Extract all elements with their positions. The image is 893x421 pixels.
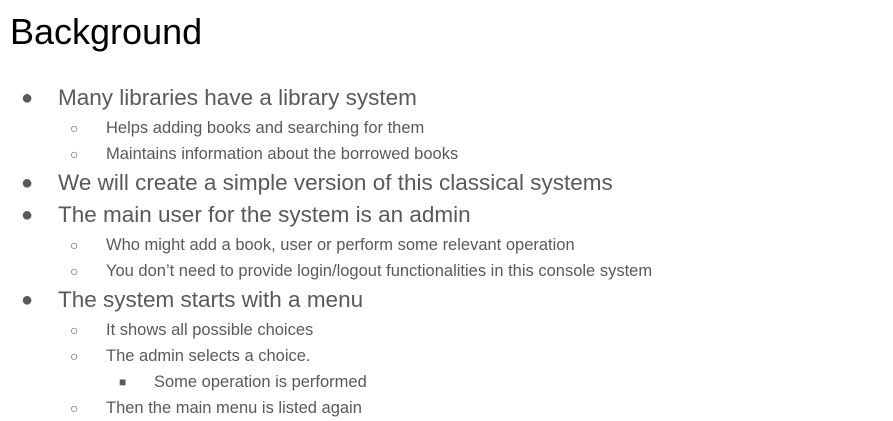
hollow-bullet-icon: ○ [70, 120, 79, 136]
bullet-item: ● Many libraries have a library system [21, 85, 417, 111]
bullet-text: We will create a simple version of this … [58, 170, 613, 195]
hollow-bullet-icon: ○ [70, 322, 79, 338]
bullet-text: The admin selects a choice. [106, 347, 311, 365]
bullet-item: ○ It shows all possible choices [70, 320, 314, 340]
hollow-bullet-icon: ○ [70, 400, 79, 416]
bullet-text: Maintains information about the borrowed… [106, 145, 459, 163]
filled-bullet-icon: ● [21, 204, 34, 226]
bullet-text: Who might add a book, user or perform so… [106, 236, 575, 254]
filled-bullet-icon: ● [21, 172, 34, 194]
square-bullet-icon: ■ [119, 375, 127, 389]
bullet-text: Helps adding books and searching for the… [106, 119, 425, 137]
bullet-item: ● The system starts with a menu [21, 287, 364, 313]
filled-bullet-icon: ● [21, 289, 34, 311]
bullet-text: It shows all possible choices [106, 321, 314, 339]
hollow-bullet-icon: ○ [70, 146, 79, 162]
hollow-bullet-icon: ○ [70, 348, 79, 364]
bullet-item: ● The main user for the system is an admi… [21, 202, 471, 228]
bullet-item: ○ You don’t need to provide login/logout … [70, 261, 653, 281]
bullet-item: ○ Then the main menu is listed again [70, 398, 362, 418]
bullet-item: ■ Some operation is performed [119, 372, 367, 392]
slide-title: Background [10, 11, 203, 52]
hollow-bullet-icon: ○ [70, 237, 79, 253]
bullet-text: Then the main menu is listed again [106, 399, 362, 417]
bullet-item: ○ Maintains information about the borrowe… [70, 144, 459, 164]
bullet-text: Many libraries have a library system [58, 85, 417, 110]
bullet-text: The main user for the system is an admin [58, 202, 471, 227]
hollow-bullet-icon: ○ [70, 263, 79, 279]
bullet-item: ○ Who might add a book, user or perform s… [70, 235, 575, 255]
bullet-text: Some operation is performed [154, 373, 367, 391]
filled-bullet-icon: ● [21, 87, 34, 109]
bullet-text: You don’t need to provide login/logout f… [106, 262, 653, 280]
bullet-item: ○ Helps adding books and searching for th… [70, 118, 425, 138]
bullet-text: The system starts with a menu [58, 287, 364, 312]
bullet-item: ● We will create a simple version of this… [21, 170, 613, 196]
bullet-item: ○ The admin selects a choice. [70, 346, 311, 366]
